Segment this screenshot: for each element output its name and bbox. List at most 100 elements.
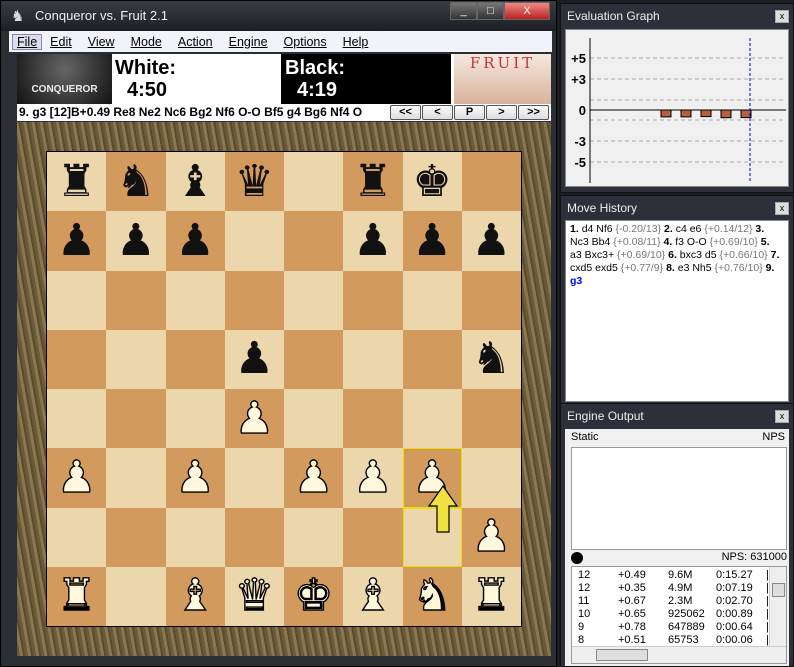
square-h4[interactable] — [461, 389, 521, 449]
square-d5[interactable]: ♟ — [224, 329, 284, 389]
square-a7[interactable]: ♟ — [47, 211, 107, 271]
square-b2[interactable] — [106, 507, 166, 567]
black-king-icon[interactable]: ♚ — [412, 159, 451, 204]
move-text[interactable]: e3 Nh5 — [678, 262, 712, 274]
nav-pause-button[interactable]: P — [454, 105, 485, 120]
square-h1[interactable]: ♜ — [461, 566, 521, 626]
eval-bar[interactable] — [680, 109, 692, 118]
square-a4[interactable] — [47, 389, 107, 449]
square-d8[interactable]: ♛ — [224, 152, 284, 212]
square-a3[interactable]: ♟ — [47, 448, 107, 508]
square-f7[interactable]: ♟ — [343, 211, 403, 271]
square-g6[interactable] — [402, 270, 462, 330]
vertical-scrollbar[interactable] — [769, 567, 786, 647]
square-d1[interactable]: ♛ — [224, 566, 284, 626]
square-h2[interactable]: ♟ — [461, 507, 521, 567]
square-h7[interactable]: ♟ — [461, 211, 521, 271]
square-h3[interactable] — [461, 448, 521, 508]
engine-output-row[interactable]: 11 +0.67 2.3M 0:02.70 | — [572, 595, 769, 608]
engine-output-row[interactable]: 10 +0.65 925062 0:00.89 | — [572, 608, 769, 621]
eval-graph-chart[interactable]: +5 +3 0 -3 -5 — [566, 30, 790, 186]
close-button[interactable]: X — [504, 2, 550, 20]
move-history-close-button[interactable]: x — [775, 202, 789, 215]
black-pawn-icon[interactable]: ♟ — [412, 218, 451, 263]
square-b3[interactable] — [106, 448, 166, 508]
square-e4[interactable] — [284, 389, 344, 449]
maximize-button[interactable]: □ — [477, 2, 504, 20]
engine-output-row[interactable]: 12 +0.49 9.6M 0:15.27 | — [572, 569, 769, 582]
engine-output-close-button[interactable]: x — [775, 410, 789, 423]
square-e1[interactable]: ♚ — [284, 566, 344, 626]
white-rook-icon[interactable]: ♜ — [471, 573, 512, 618]
black-pawn-icon[interactable]: ♟ — [472, 218, 511, 263]
eval-bar[interactable] — [720, 109, 732, 119]
black-pawn-icon[interactable]: ♟ — [116, 218, 155, 263]
white-pawn-icon[interactable]: ♟ — [471, 514, 512, 559]
square-c7[interactable]: ♟ — [165, 211, 225, 271]
move-history-list[interactable]: 1. d4 Nf6 {-0.20/13} 2. c4 e6 {+0.14/12}… — [565, 220, 789, 402]
horizontal-scrollbar[interactable] — [572, 646, 786, 663]
square-f2[interactable] — [343, 507, 403, 567]
square-g1[interactable]: ♞ — [402, 566, 462, 626]
black-queen-icon[interactable]: ♛ — [235, 159, 274, 204]
white-rook-icon[interactable]: ♜ — [56, 573, 97, 618]
white-pawn-icon[interactable]: ♟ — [56, 455, 97, 500]
white-bishop-icon[interactable]: ♝ — [352, 573, 393, 618]
square-a6[interactable] — [47, 270, 107, 330]
eval-bar[interactable] — [660, 109, 672, 118]
engine-output-row[interactable]: 9 +0.78 647889 0:00.64 | — [572, 621, 769, 634]
nav-first-button[interactable]: << — [390, 105, 421, 120]
square-b8[interactable]: ♞ — [106, 152, 166, 212]
black-pawn-icon[interactable]: ♟ — [57, 218, 96, 263]
black-knight-icon[interactable]: ♞ — [116, 159, 155, 204]
chess-board[interactable]: ♜ ♞ ♝ ♛ ♜ ♚ ♟ ♟ ♟ ♟ ♟ ♟ ♟ ♞ ♟ ♟ ♟ ♟ ♟ ♟ ♟ ♜ ♝ ♛ ♚ ♝ ♞ ♜ — [46, 151, 522, 627]
move-text[interactable]: cxd5 exd5 — [570, 262, 618, 274]
eval-graph-close-button[interactable]: x — [775, 10, 789, 23]
menu-view[interactable]: View — [80, 35, 123, 49]
square-a1[interactable]: ♜ — [47, 566, 107, 626]
square-f4[interactable] — [343, 389, 403, 449]
move-text[interactable]: Nc3 Bb4 — [570, 236, 610, 248]
square-f8[interactable]: ♜ — [343, 152, 403, 212]
engine1-output-box[interactable] — [571, 447, 787, 550]
black-rook-icon[interactable]: ♜ — [353, 159, 392, 204]
black-rook-icon[interactable]: ♜ — [57, 159, 96, 204]
square-b7[interactable]: ♟ — [106, 211, 166, 271]
square-g5[interactable] — [402, 329, 462, 389]
square-b1[interactable] — [106, 566, 166, 626]
square-d6[interactable] — [224, 270, 284, 330]
black-knight-icon[interactable]: ♞ — [472, 337, 511, 381]
square-f3[interactable]: ♟ — [343, 448, 403, 508]
square-e2[interactable] — [284, 507, 344, 567]
square-d4[interactable]: ♟ — [224, 389, 284, 449]
nav-forward-button[interactable]: > — [486, 105, 517, 120]
square-g8[interactable]: ♚ — [402, 152, 462, 212]
black-bishop-icon[interactable]: ♝ — [175, 159, 214, 204]
square-c8[interactable]: ♝ — [165, 152, 225, 212]
square-f6[interactable] — [343, 270, 403, 330]
menu-mode[interactable]: Mode — [123, 35, 170, 49]
menu-action[interactable]: Action — [170, 35, 221, 49]
square-b5[interactable] — [106, 329, 166, 389]
black-pawn-icon[interactable]: ♟ — [175, 218, 214, 263]
nav-back-button[interactable]: < — [422, 105, 453, 120]
square-f1[interactable]: ♝ — [343, 566, 403, 626]
menu-engine[interactable]: Engine — [221, 35, 276, 49]
square-a2[interactable] — [47, 507, 107, 567]
move-text[interactable]: c4 e6 — [676, 223, 702, 235]
white-pawn-icon[interactable]: ♟ — [175, 455, 216, 500]
square-h5[interactable]: ♞ — [461, 329, 521, 389]
square-d7[interactable] — [224, 211, 284, 271]
square-c5[interactable] — [165, 329, 225, 389]
square-c2[interactable] — [165, 507, 225, 567]
square-b4[interactable] — [106, 389, 166, 449]
square-c4[interactable] — [165, 389, 225, 449]
square-c3[interactable]: ♟ — [165, 448, 225, 508]
square-h8[interactable] — [461, 152, 521, 212]
move-text[interactable]: a3 Bxc3+ — [570, 249, 614, 261]
square-a5[interactable] — [47, 329, 107, 389]
square-g7[interactable]: ♟ — [402, 211, 462, 271]
menu-file[interactable]: File — [12, 33, 43, 50]
menu-edit[interactable]: Edit — [42, 35, 80, 49]
white-pawn-icon[interactable]: ♟ — [352, 455, 393, 500]
